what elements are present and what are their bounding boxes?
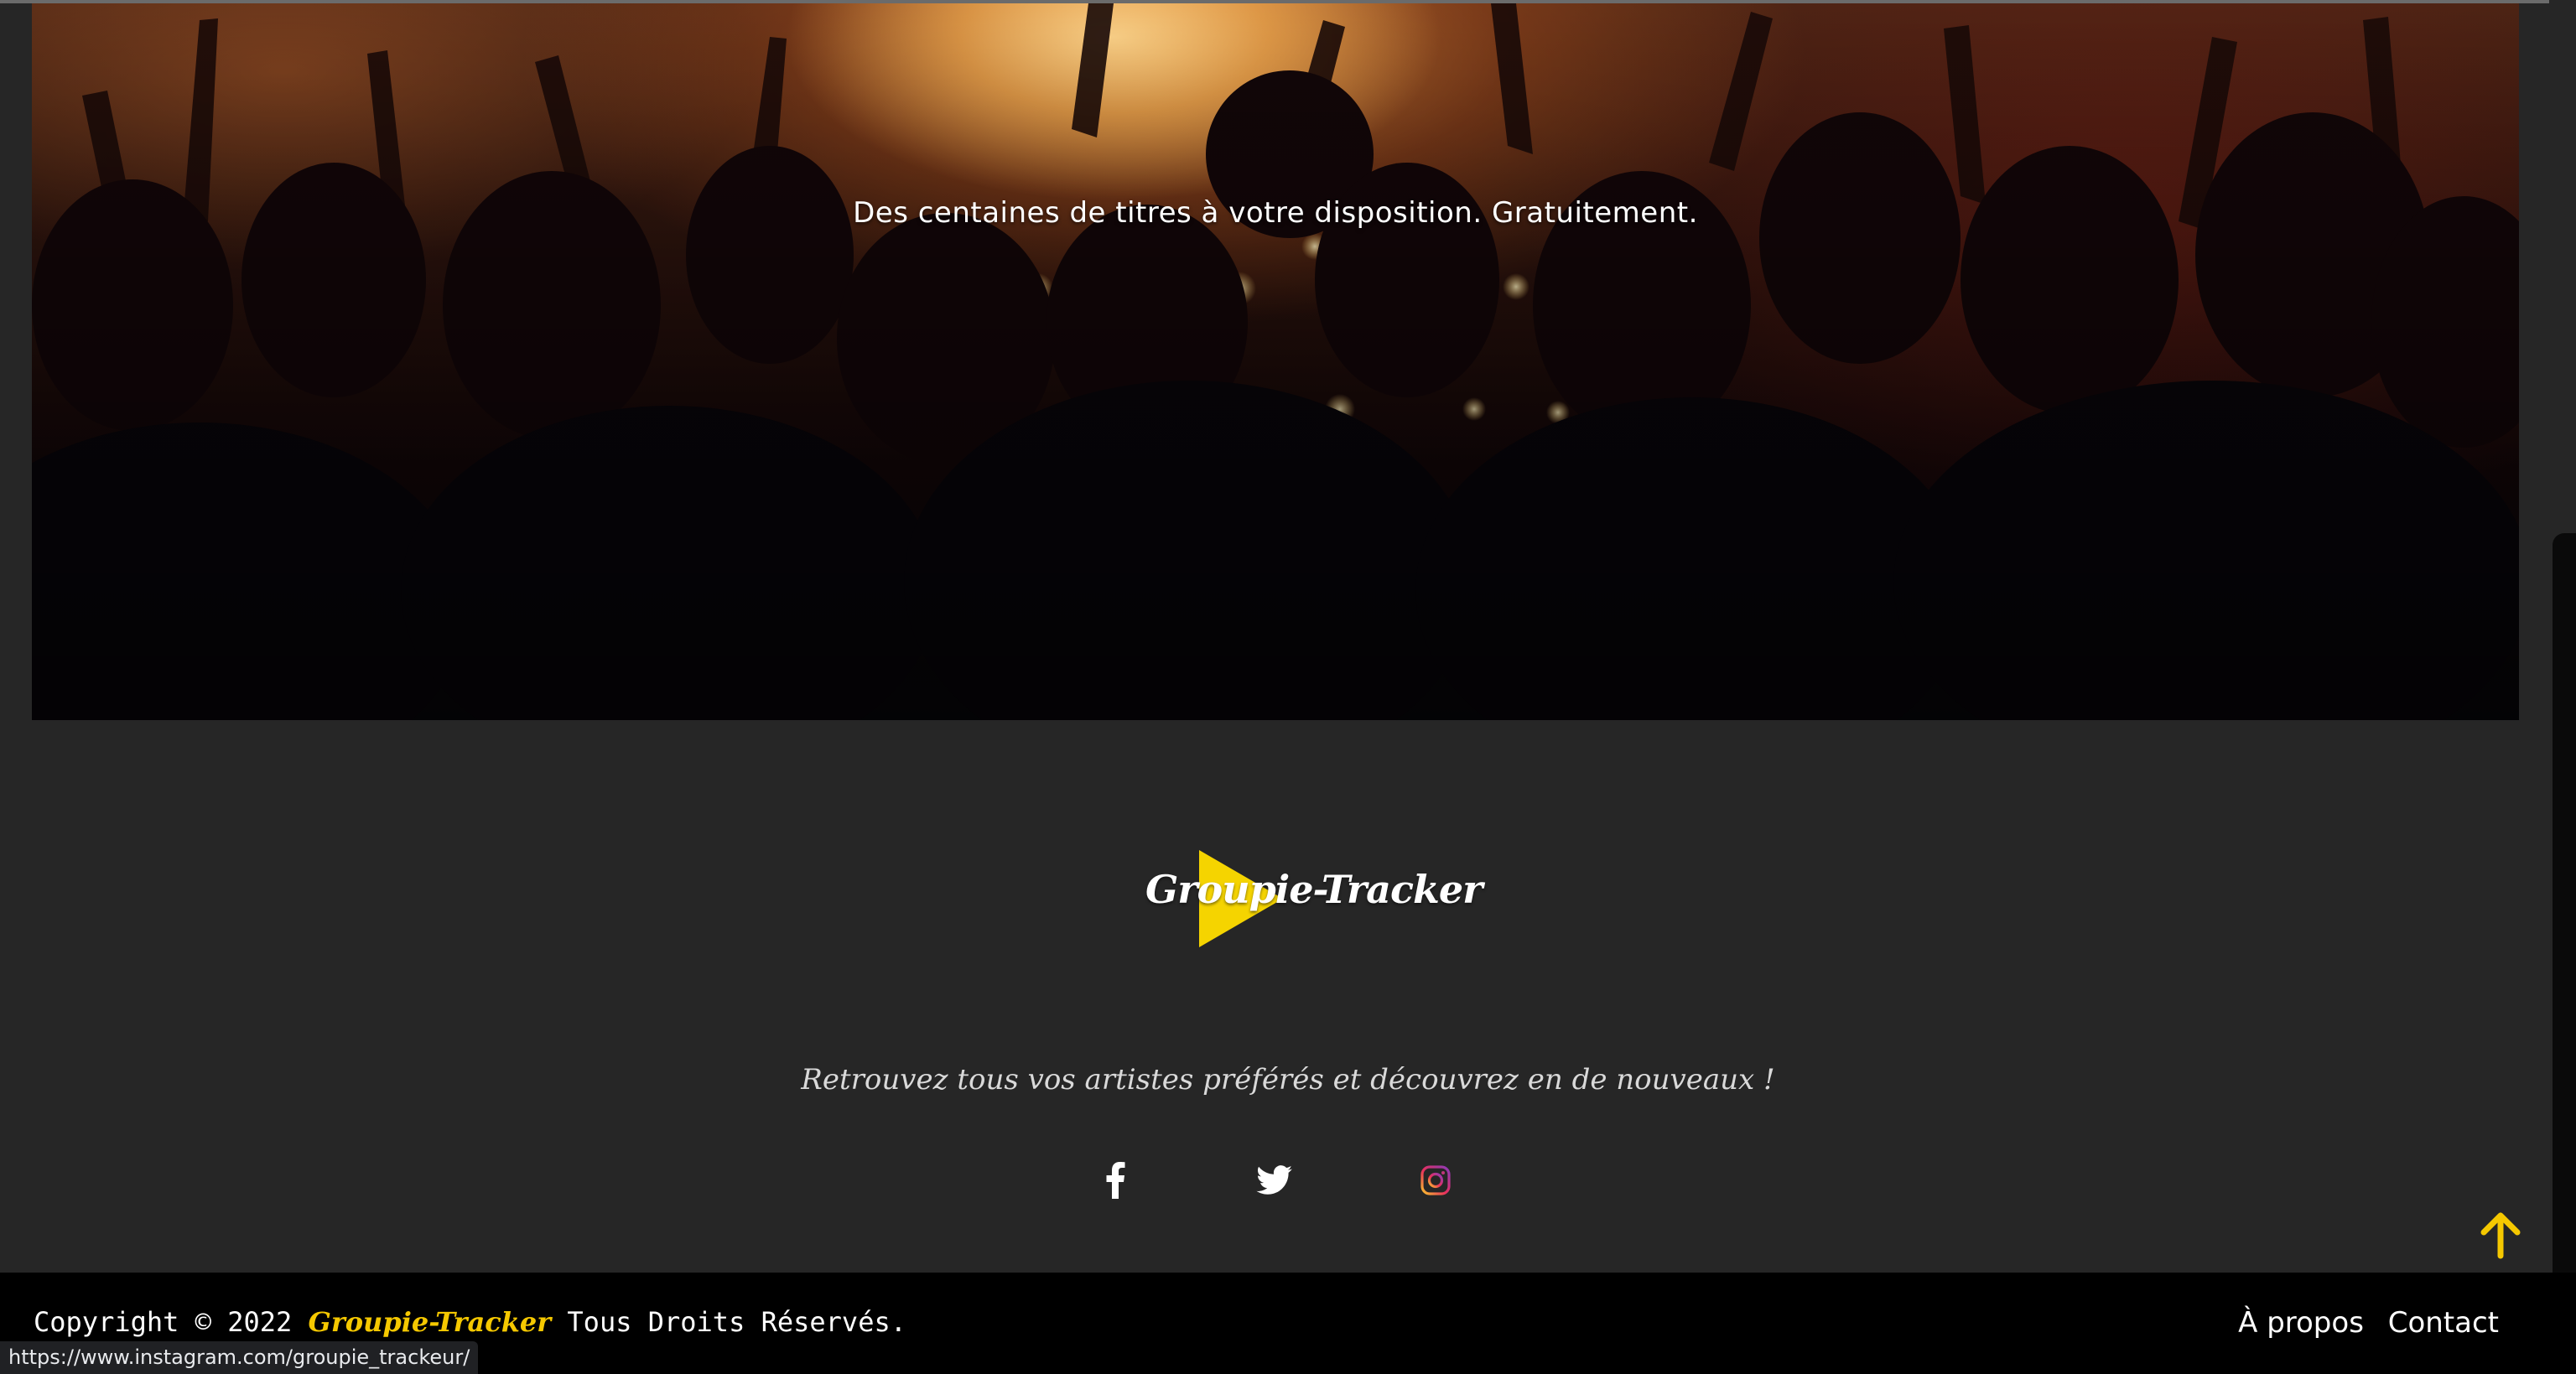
page: Des centaines de titres à votre disposit… [0, 0, 2576, 1374]
twitter-icon [1256, 1165, 1292, 1195]
scrollbar-thumb[interactable] [2553, 533, 2576, 1288]
instagram-link[interactable] [1412, 1157, 1459, 1204]
footer-links: À propos Contact [2223, 1306, 2499, 1340]
twitter-link[interactable] [1251, 1157, 1298, 1204]
status-bar-url: https://www.instagram.com/groupie_tracke… [0, 1341, 479, 1374]
copyright-suffix: Tous Droits Réservés. [551, 1306, 906, 1338]
hero-banner: Des centaines de titres à votre disposit… [32, 3, 2519, 720]
copyright-prefix: Copyright © 2022 [34, 1306, 309, 1338]
arrow-up-icon [2480, 1212, 2521, 1259]
copyright-brand: Groupie-Tracker [308, 1306, 552, 1338]
footer-tagline: Retrouvez tous vos artistes préférés et … [801, 1063, 1775, 1097]
groupie-tracker-logo[interactable]: Groupie-Tracker [1140, 848, 1483, 949]
contact-link[interactable]: Contact [2388, 1306, 2499, 1340]
facebook-link[interactable] [1092, 1157, 1139, 1204]
scroll-to-top-button[interactable] [2479, 1212, 2522, 1259]
facebook-icon [1106, 1162, 1125, 1199]
instagram-icon [1420, 1165, 1451, 1195]
social-links [0, 1157, 2576, 1207]
hero-tagline: Des centaines de titres à votre disposit… [853, 196, 1698, 230]
logo-text: Groupie-Tracker [1145, 867, 1483, 912]
copyright-text: Copyright © 2022 Groupie-Tracker Tous Dr… [34, 1306, 906, 1338]
about-link[interactable]: À propos [2238, 1306, 2364, 1340]
crowd-silhouette-image [32, 3, 2519, 720]
